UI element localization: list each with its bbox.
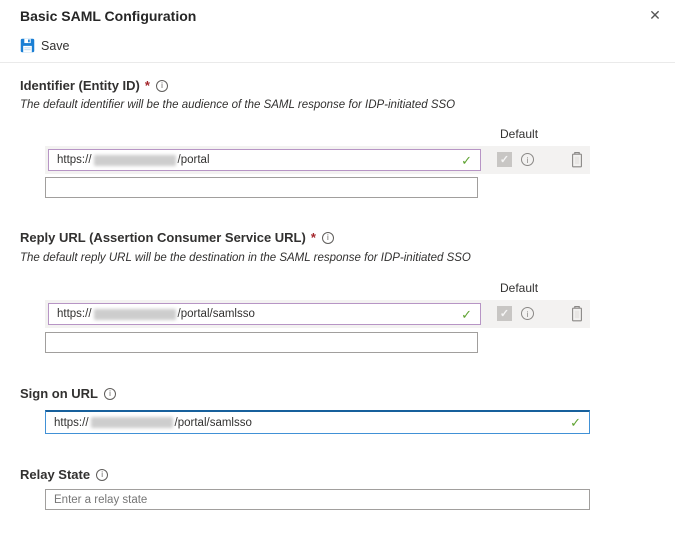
save-button-label: Save xyxy=(41,38,70,53)
url-prefix: https:// xyxy=(57,154,92,166)
info-icon[interactable]: i xyxy=(155,79,168,92)
redacted-url-segment xyxy=(93,308,176,320)
redacted-url-segment xyxy=(93,154,176,166)
reply-url-section-label: Reply URL (Assertion Consumer Service UR… xyxy=(20,230,334,245)
relay-state-section-label: Relay State i xyxy=(20,467,109,482)
page-title: Basic SAML Configuration xyxy=(20,8,197,24)
valid-check-icon: ✓ xyxy=(461,306,472,322)
relay-state-input[interactable] xyxy=(45,489,590,510)
identifier-url-input[interactable]: https:// /portal ✓ xyxy=(48,149,481,171)
identifier-new-entry-input[interactable] xyxy=(45,177,478,198)
save-button[interactable]: Save xyxy=(20,38,70,53)
reply-url-section-description: The default reply URL will be the destin… xyxy=(20,252,471,264)
close-icon[interactable]: ✕ xyxy=(645,5,665,25)
basic-saml-configuration-panel: Basic SAML Configuration ✕ Save Identifi… xyxy=(0,0,675,541)
info-icon[interactable]: i xyxy=(521,307,534,320)
default-column-header: Default xyxy=(500,127,539,141)
default-column-header: Default xyxy=(500,281,539,295)
url-suffix: /portal xyxy=(177,154,210,166)
save-icon xyxy=(20,38,35,53)
required-marker: * xyxy=(310,230,316,245)
reply-url-input[interactable]: https:// /portal/samlsso ✓ xyxy=(48,303,481,325)
delete-row-icon[interactable] xyxy=(569,305,585,322)
url-prefix: https:// xyxy=(57,308,92,320)
redacted-url-segment xyxy=(90,417,173,428)
info-icon[interactable]: i xyxy=(96,468,109,481)
reply-url-row: https:// /portal/samlsso ✓ ✓ i xyxy=(45,300,590,328)
identifier-section-description: The default identifier will be the audie… xyxy=(20,99,456,111)
url-suffix: /portal/samlsso xyxy=(174,416,252,429)
valid-check-icon: ✓ xyxy=(461,152,472,168)
sign-on-url-input[interactable]: https:// /portal/samlsso ✓ xyxy=(45,410,590,434)
url-suffix: /portal/samlsso xyxy=(177,308,255,320)
toolbar-divider xyxy=(0,62,675,63)
info-icon[interactable]: i xyxy=(521,153,534,166)
identifier-section-label: Identifier (Entity ID) * i xyxy=(20,78,168,93)
required-marker: * xyxy=(144,78,150,93)
default-checkbox[interactable]: ✓ xyxy=(497,306,512,321)
reply-url-new-entry-input[interactable] xyxy=(45,332,478,353)
info-icon[interactable]: i xyxy=(321,231,334,244)
info-icon[interactable]: i xyxy=(104,387,116,400)
sign-on-url-section-label: Sign on URL i xyxy=(20,386,116,401)
url-prefix: https:// xyxy=(54,416,89,429)
default-checkbox[interactable]: ✓ xyxy=(497,152,512,167)
valid-check-icon: ✓ xyxy=(570,415,581,430)
delete-row-icon[interactable] xyxy=(569,151,585,168)
identifier-url-row: https:// /portal ✓ ✓ i xyxy=(45,146,590,174)
